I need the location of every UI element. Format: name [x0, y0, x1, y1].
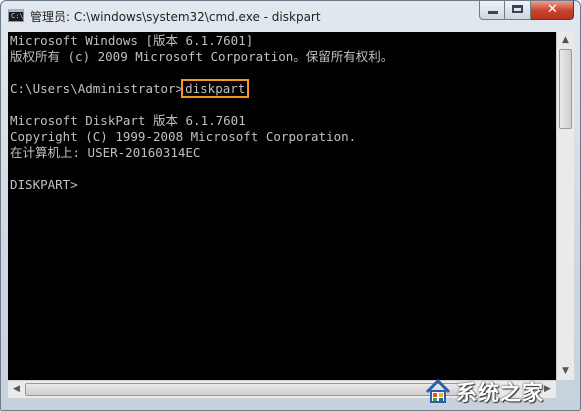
- console-prompt-line: C:\Users\Administrator> diskpart: [10, 79, 250, 98]
- watermark: 系统之家: [424, 375, 576, 407]
- title-bar[interactable]: C:\ 管理员: C:\windows\system32\cmd.exe - d…: [1, 1, 580, 32]
- house-logo-icon: [425, 378, 451, 403]
- close-button[interactable]: ✕: [531, 1, 574, 20]
- maximize-button[interactable]: [505, 1, 531, 20]
- maximize-icon: [512, 5, 523, 13]
- console-line: Copyright (C) 1999-2008 Microsoft Corpor…: [10, 129, 357, 144]
- horizontal-scroll-thumb[interactable]: [25, 383, 465, 396]
- typed-command-highlight: diskpart: [181, 79, 250, 98]
- close-icon: ✕: [547, 2, 558, 17]
- scroll-up-button[interactable]: ▲: [557, 32, 574, 49]
- scroll-left-button[interactable]: ◀: [8, 381, 25, 398]
- console-line: 版权所有 (c) 2009 Microsoft Corporation。保留所有…: [10, 49, 394, 64]
- vertical-scroll-thumb[interactable]: [559, 49, 572, 129]
- cmd-window: C:\ 管理员: C:\windows\system32\cmd.exe - d…: [0, 0, 581, 411]
- cmd-icon-label: C:\: [11, 12, 24, 20]
- minimize-icon: [488, 11, 498, 14]
- console-output[interactable]: Microsoft Windows [版本 6.1.7601] 版权所有 (c)…: [8, 32, 556, 380]
- vertical-scrollbar[interactable]: ▲ ▼: [556, 32, 574, 380]
- cmd-icon[interactable]: C:\: [8, 9, 24, 22]
- watermark-text: 系统之家: [456, 381, 544, 405]
- minimize-button[interactable]: [479, 1, 505, 20]
- window-controls: ✕: [479, 1, 574, 21]
- console-prompt: C:\Users\Administrator>: [10, 81, 184, 96]
- diskpart-prompt: DISKPART>: [10, 177, 78, 192]
- console-line: 在计算机上: USER-20160314EC: [10, 145, 201, 160]
- window-title: 管理员: C:\windows\system32\cmd.exe - diskp…: [30, 10, 321, 24]
- console-line: Microsoft DiskPart 版本 6.1.7601: [10, 113, 246, 128]
- console-line: Microsoft Windows [版本 6.1.7601]: [10, 33, 254, 48]
